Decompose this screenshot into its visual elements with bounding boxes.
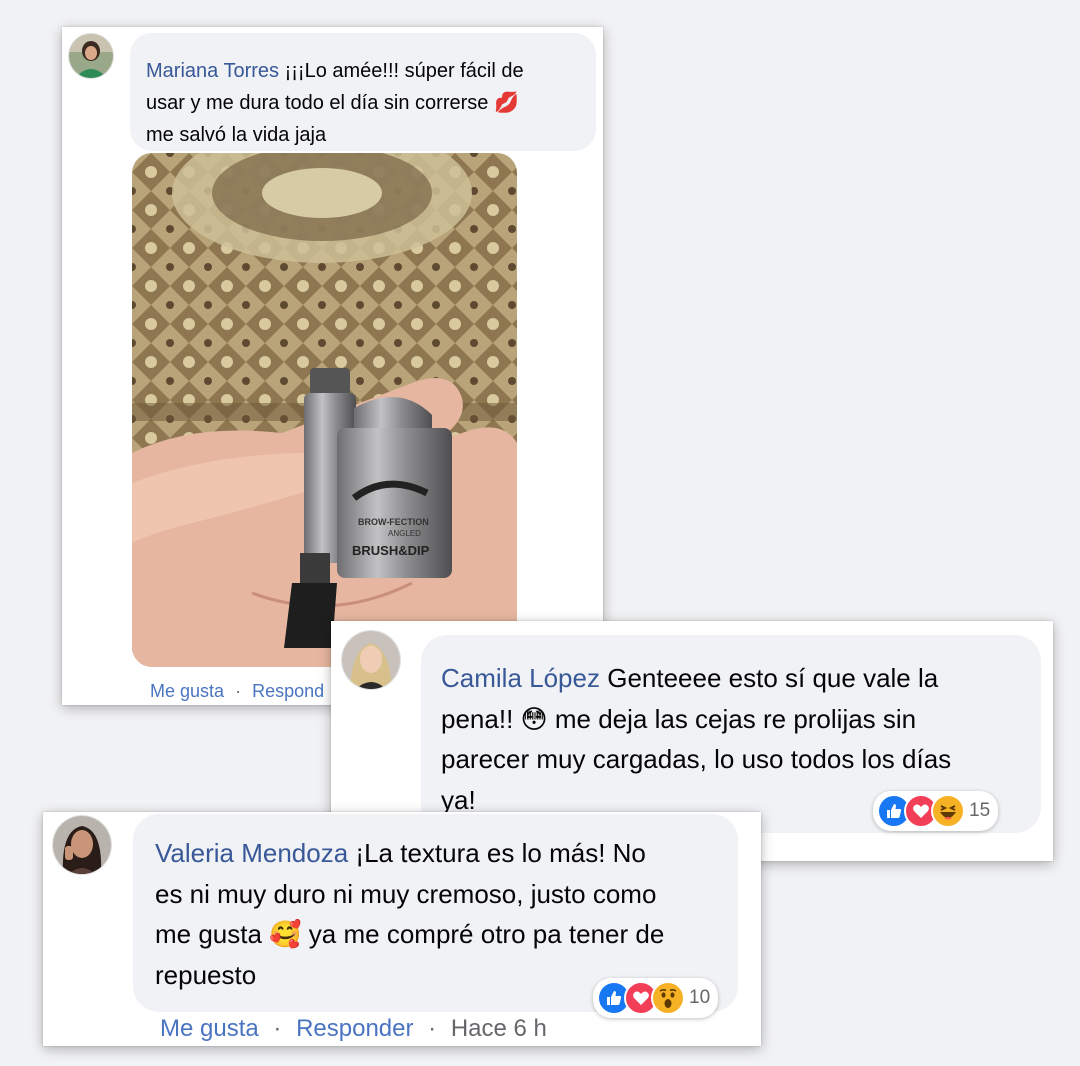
comment-author[interactable]: Valeria Mendoza — [155, 838, 348, 868]
flushed-emoji: 😳 — [520, 703, 548, 734]
comment-text-line: ya! — [441, 784, 476, 815]
comment-card-valeria: Valeria Mendoza ¡La textura es lo más! N… — [43, 812, 761, 1046]
comment-photo[interactable]: BROW-FECTION ANGLED BRUSH&DIP — [132, 153, 517, 667]
product-label-line: BRUSH&DIP — [352, 543, 430, 558]
comment-text-line: ya me compré otro pa tener de — [308, 919, 665, 949]
comment-text-line: me salvó la vida jaja — [146, 124, 327, 146]
comment-text-line: pena!! — [441, 703, 514, 734]
comment-text-line: es ni muy duro ni muy cremoso, justo com… — [155, 878, 657, 909]
comment-author[interactable]: Camila López — [441, 663, 600, 693]
comment-text-line: usar y me dura todo el día sin correrse — [146, 92, 489, 114]
reaction-count: 10 — [689, 987, 711, 1008]
reply-link[interactable]: Respond — [252, 681, 324, 701]
comment-actions: Me gusta · Responder · Hace 6 h — [160, 1015, 547, 1043]
avatar[interactable] — [69, 34, 113, 78]
kiss-emoji: 💋 — [493, 92, 519, 114]
avatar[interactable] — [342, 631, 400, 689]
comment-author[interactable]: Mariana Torres — [146, 60, 279, 82]
separator: · — [235, 681, 242, 701]
comment-actions: Me gusta · Respond — [150, 681, 324, 702]
reaction-summary[interactable]: 10 — [593, 978, 719, 1018]
comment-text-line: parecer muy cargadas, lo uso todos los d… — [441, 744, 952, 774]
comment-text-line: me gusta — [155, 919, 262, 949]
product-label-line: ANGLED — [388, 529, 421, 538]
comment-text-line: ¡¡¡Lo amée!!! súper fácil de — [284, 60, 524, 82]
haha-icon — [931, 794, 965, 828]
product-label-line: BROW-FECTION — [358, 517, 429, 527]
comment-card-mariana: Mariana Torres ¡¡¡Lo amée!!! súper fácil… — [62, 27, 603, 705]
comment-timestamp: Hace 6 h — [450, 1015, 547, 1042]
comment-bubble: Mariana Torres ¡¡¡Lo amée!!! súper fácil… — [130, 33, 596, 151]
comment-text-line: Genteeee esto sí que vale la — [607, 663, 939, 693]
like-link[interactable]: Me gusta — [150, 681, 224, 701]
comment-text-line: repuesto — [155, 959, 257, 990]
like-link[interactable]: Me gusta — [160, 1015, 259, 1042]
wow-icon — [651, 981, 685, 1015]
smiling-hearts-emoji: 🥰 — [269, 919, 302, 949]
comment-text-line: me deja las cejas re prolijas sin — [554, 703, 917, 734]
separator: · — [428, 1015, 437, 1042]
separator: · — [273, 1015, 282, 1042]
reply-link[interactable]: Responder — [296, 1015, 413, 1042]
avatar[interactable] — [53, 816, 111, 874]
reaction-summary[interactable]: 15 — [873, 791, 999, 831]
comment-text-line: ¡La textura es lo más! No — [355, 838, 646, 868]
reaction-count: 15 — [969, 800, 991, 821]
